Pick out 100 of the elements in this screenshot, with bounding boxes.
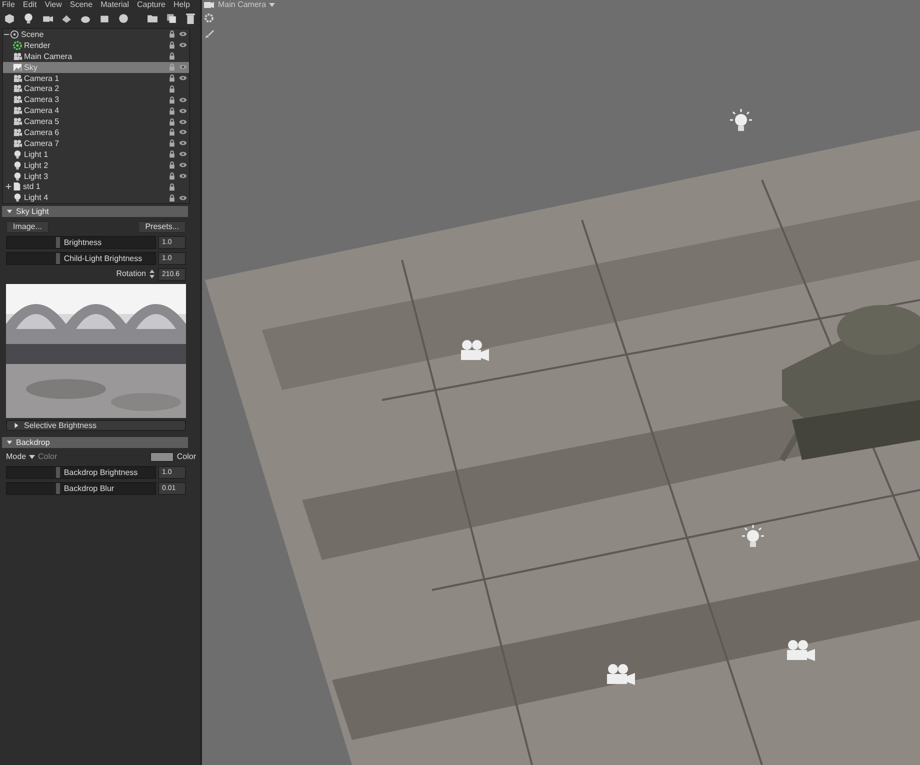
menu-item[interactable]: File	[2, 0, 15, 10]
lock-icon[interactable]	[168, 41, 176, 50]
tree-row[interactable]: Camera 1	[3, 72, 189, 84]
mode-dropdown[interactable]: Color	[38, 451, 58, 463]
lock-icon[interactable]	[168, 194, 176, 202]
shapes-icon[interactable]	[61, 12, 72, 24]
camera-icon	[13, 117, 22, 126]
camera-icon[interactable]	[204, 1, 214, 8]
lock-icon[interactable]	[168, 74, 176, 82]
eye-icon[interactable]	[179, 96, 187, 104]
document-icon	[12, 182, 21, 192]
color-swatch[interactable]	[150, 452, 174, 462]
tree-row[interactable]: Camera 2	[3, 83, 189, 94]
menu-item[interactable]: View	[44, 0, 62, 10]
tree-item[interactable]: Scene	[21, 30, 44, 39]
expander-icon[interactable]	[5, 183, 12, 190]
slider-label: Brightness	[64, 236, 102, 248]
slider[interactable]: Backdrop Blur	[6, 482, 156, 495]
eye-icon[interactable]	[179, 128, 187, 136]
slider-thumb[interactable]	[56, 237, 60, 248]
bulb-icon	[13, 172, 22, 181]
camera-icon	[13, 128, 22, 137]
slider[interactable]: Backdrop Brightness	[6, 466, 156, 479]
section-title[interactable]: Backdrop	[16, 437, 50, 448]
menu-item[interactable]: Material	[100, 0, 130, 10]
tree-row[interactable]: Camera 5	[3, 116, 189, 128]
eye-icon[interactable]	[179, 172, 187, 180]
settings-icon[interactable]	[204, 13, 214, 23]
folder-icon[interactable]	[147, 12, 158, 24]
menu-item[interactable]: Help	[174, 0, 190, 10]
eye-icon[interactable]	[179, 150, 187, 158]
lock-icon[interactable]	[168, 182, 176, 191]
tree-row[interactable]: Light 2	[3, 160, 189, 171]
lock-icon[interactable]	[168, 52, 176, 60]
camera-icon	[13, 52, 22, 61]
slider-thumb[interactable]	[56, 253, 60, 264]
bulb-icon	[13, 193, 22, 202]
lock-icon[interactable]	[168, 30, 176, 38]
eye-icon[interactable]	[179, 194, 187, 202]
tree-row[interactable]: Main Camera	[3, 50, 189, 62]
slider-label: Backdrop Brightness	[64, 466, 138, 478]
lock-icon[interactable]	[168, 172, 176, 180]
toggle-icon[interactable]	[13, 422, 20, 429]
mode-label: Mode	[6, 451, 26, 463]
image-button[interactable]: Image...	[6, 221, 49, 233]
rotation-label: Rotation	[116, 268, 146, 280]
spinner-icon[interactable]	[149, 269, 155, 279]
camera-icon	[13, 138, 22, 148]
bulb-icon	[13, 150, 22, 159]
eye-icon[interactable]	[179, 118, 187, 126]
lock-icon[interactable]	[168, 150, 176, 158]
lock-icon[interactable]	[168, 128, 176, 136]
presets-button[interactable]: Presets...	[138, 221, 186, 233]
menu-item[interactable]: Edit	[22, 0, 37, 10]
bulb-icon[interactable]	[23, 12, 34, 24]
slider[interactable]: Child-Light Brightness	[6, 252, 156, 265]
slider-thumb[interactable]	[56, 467, 60, 478]
tree-row[interactable]: Camera 6	[3, 127, 189, 138]
brush-icon[interactable]	[204, 29, 214, 39]
tree-row[interactable]: Light 3	[3, 170, 189, 182]
slider[interactable]: Brightness	[6, 236, 156, 249]
tree-row[interactable]: Camera 3	[3, 94, 189, 106]
sky-icon	[13, 62, 22, 72]
eye-icon[interactable]	[179, 106, 187, 115]
slider-label: Child-Light Brightness	[64, 252, 142, 264]
lock-icon[interactable]	[168, 139, 176, 148]
tree-row[interactable]: Light 4	[3, 192, 189, 204]
tree-row[interactable]: std 1	[3, 181, 189, 192]
menu-item[interactable]: Scene	[70, 0, 93, 10]
bulb-icon	[13, 160, 22, 170]
cube-icon[interactable]	[4, 12, 15, 24]
eye-icon[interactable]	[179, 63, 187, 72]
section-title[interactable]: Sky Light	[16, 206, 49, 217]
lock-icon[interactable]	[168, 106, 176, 115]
toggle-icon[interactable]	[6, 208, 13, 215]
lock-icon[interactable]	[168, 84, 176, 93]
copy-icon[interactable]	[166, 12, 177, 24]
toggle-icon[interactable]	[6, 439, 13, 446]
eye-icon[interactable]	[179, 139, 187, 148]
trash-icon[interactable]	[185, 12, 196, 24]
tree-row[interactable]: Camera 7	[3, 138, 189, 149]
tree-row[interactable]: Camera 4	[3, 105, 189, 116]
tree-row[interactable]: Light 1	[3, 148, 189, 160]
camera-icon	[13, 74, 22, 82]
lock-icon[interactable]	[168, 118, 176, 126]
tree-row[interactable]: Render	[3, 40, 189, 51]
lock-icon[interactable]	[168, 161, 176, 170]
eye-icon[interactable]	[179, 30, 187, 38]
camera-icon	[13, 106, 22, 116]
caret-icon[interactable]	[29, 455, 36, 459]
sphere-icon[interactable]	[118, 12, 129, 24]
eye-icon[interactable]	[179, 74, 187, 82]
eye-icon[interactable]	[179, 41, 187, 50]
camera-icon	[13, 84, 22, 94]
gear-icon	[13, 40, 22, 50]
slider-thumb[interactable]	[56, 483, 60, 494]
lock-icon[interactable]	[168, 96, 176, 104]
section-title[interactable]: Selective Brightness	[24, 420, 96, 431]
menu-item[interactable]: Capture	[137, 0, 166, 10]
eye-icon[interactable]	[179, 161, 187, 170]
